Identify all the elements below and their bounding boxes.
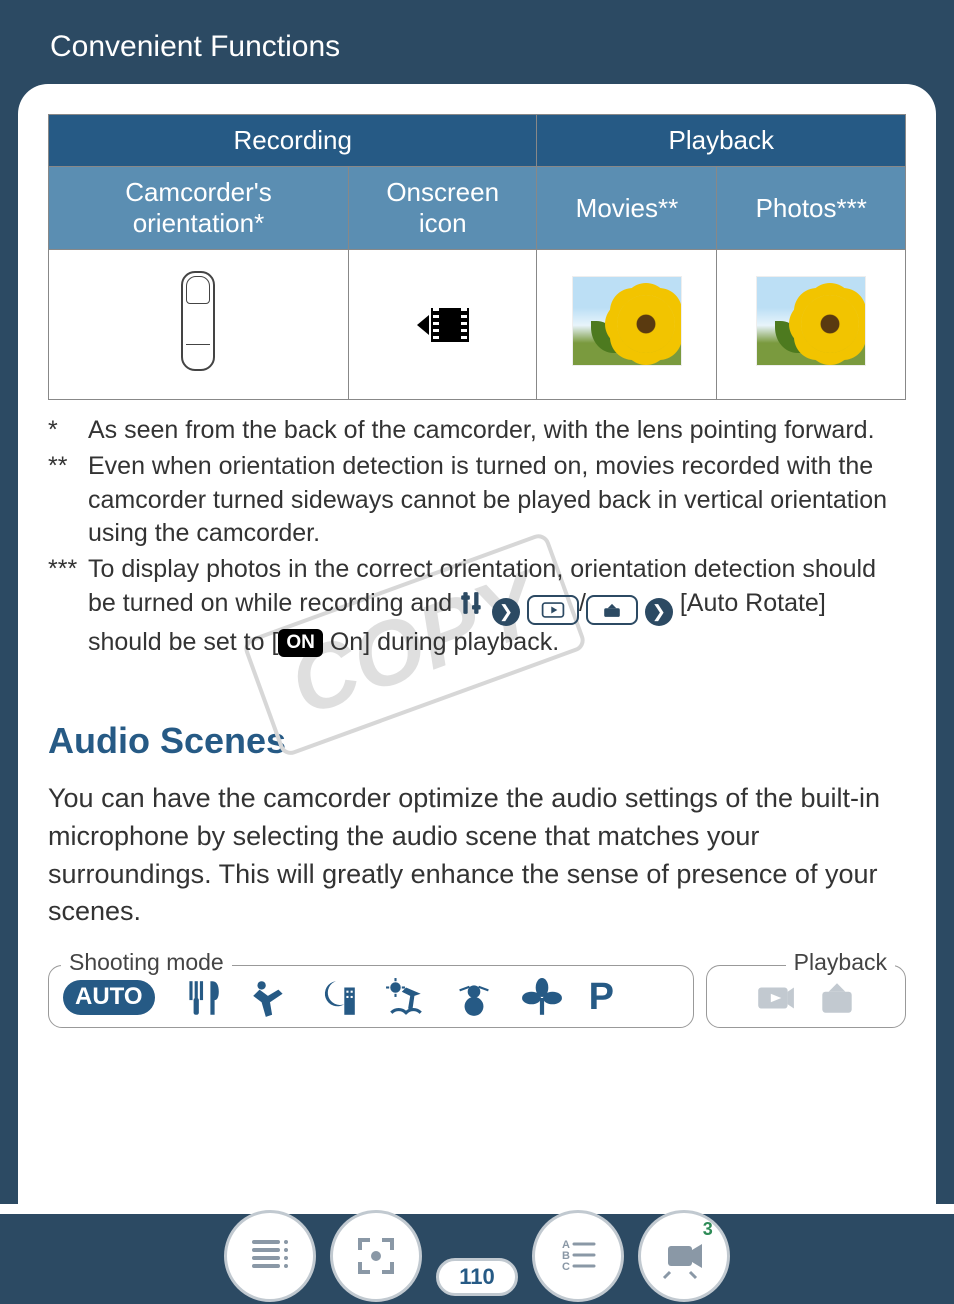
footer-nav: 110 ABC 3 (0, 1204, 954, 1304)
table-sub-orientation: Camcorder's orientation* (125, 177, 272, 238)
camcorder-vertical-icon (181, 271, 215, 371)
cell-orientation-icon (49, 250, 349, 400)
playback-mode-group: Playback (706, 965, 906, 1028)
table-head-playback: Playback (537, 115, 906, 167)
footnote-1-mark: * (48, 414, 88, 448)
table-sub-movies: Movies** (576, 193, 679, 223)
footer-index-button[interactable]: ABC (532, 1210, 624, 1302)
filmstrip-left-icon (417, 308, 469, 342)
footnote-2-mark: ** (48, 450, 88, 551)
footnote-1: As seen from the back of the camcorder, … (88, 414, 906, 448)
table-sub-photos: Photos*** (756, 193, 867, 223)
playback-movie-key-icon (527, 595, 579, 625)
cell-onscreen-icon (348, 250, 537, 400)
footnotes: * As seen from the back of the camcorder… (48, 414, 906, 660)
next-arrow-icon: ❯ (492, 598, 520, 626)
mode-p-icon: P (589, 976, 614, 1019)
sunflower-thumb-2 (756, 276, 866, 366)
footer-camera-button[interactable]: 3 (638, 1210, 730, 1302)
footer-camera-badge: 3 (703, 1219, 713, 1240)
mode-food-icon (181, 977, 223, 1019)
footer-toc-button[interactable] (224, 1210, 316, 1302)
shooting-mode-label: Shooting mode (61, 949, 232, 976)
orientation-table: Recording Playback Camcorder's orientati… (48, 114, 906, 400)
page-number: 110 (436, 1258, 518, 1296)
section-title-audio-scenes: Audio Scenes (48, 720, 906, 762)
mode-sports-icon (249, 977, 291, 1019)
on-badge: ON (278, 629, 323, 657)
mode-auto-pill: AUTO (63, 980, 155, 1015)
playback-photo-icon (816, 977, 858, 1019)
next-arrow-icon-2: ❯ (645, 598, 673, 626)
playback-mode-label: Playback (786, 949, 895, 976)
table-sub-onscreen: Onscreen icon (386, 177, 499, 238)
sunflower-thumb-1 (572, 276, 682, 366)
section-body-audio-scenes: You can have the camcorder optimize the … (48, 780, 906, 931)
footnote-3: To display photos in the correct orienta… (88, 553, 906, 660)
mode-macro-icon (521, 977, 563, 1019)
playback-photo-key-icon (586, 595, 638, 625)
mode-strip: Shooting mode AUTO P Playback (48, 965, 906, 1028)
svg-text:C: C (562, 1261, 570, 1273)
settings-sliders-icon (459, 589, 485, 617)
page-card: COPY Recording Playback Camcorder's orie… (18, 84, 936, 1218)
playback-movie-icon (754, 977, 796, 1019)
shooting-mode-group: Shooting mode AUTO P (48, 965, 694, 1028)
footnote-2: Even when orientation detection is turne… (88, 450, 906, 551)
cell-movie-thumb (537, 250, 717, 400)
footnote-3-slash: / (579, 589, 586, 617)
page-header: Convenient Functions (0, 0, 954, 84)
footer-fullscreen-button[interactable] (330, 1210, 422, 1302)
mode-beach-icon (385, 977, 427, 1019)
footnote-3-mark: *** (48, 553, 88, 660)
mode-night-icon (317, 977, 359, 1019)
mode-snow-icon (453, 977, 495, 1019)
page-header-title: Convenient Functions (50, 30, 340, 63)
cell-photo-thumb (717, 250, 906, 400)
table-head-recording: Recording (49, 115, 537, 167)
footnote-3-part-c: On] during playback. (323, 628, 559, 656)
